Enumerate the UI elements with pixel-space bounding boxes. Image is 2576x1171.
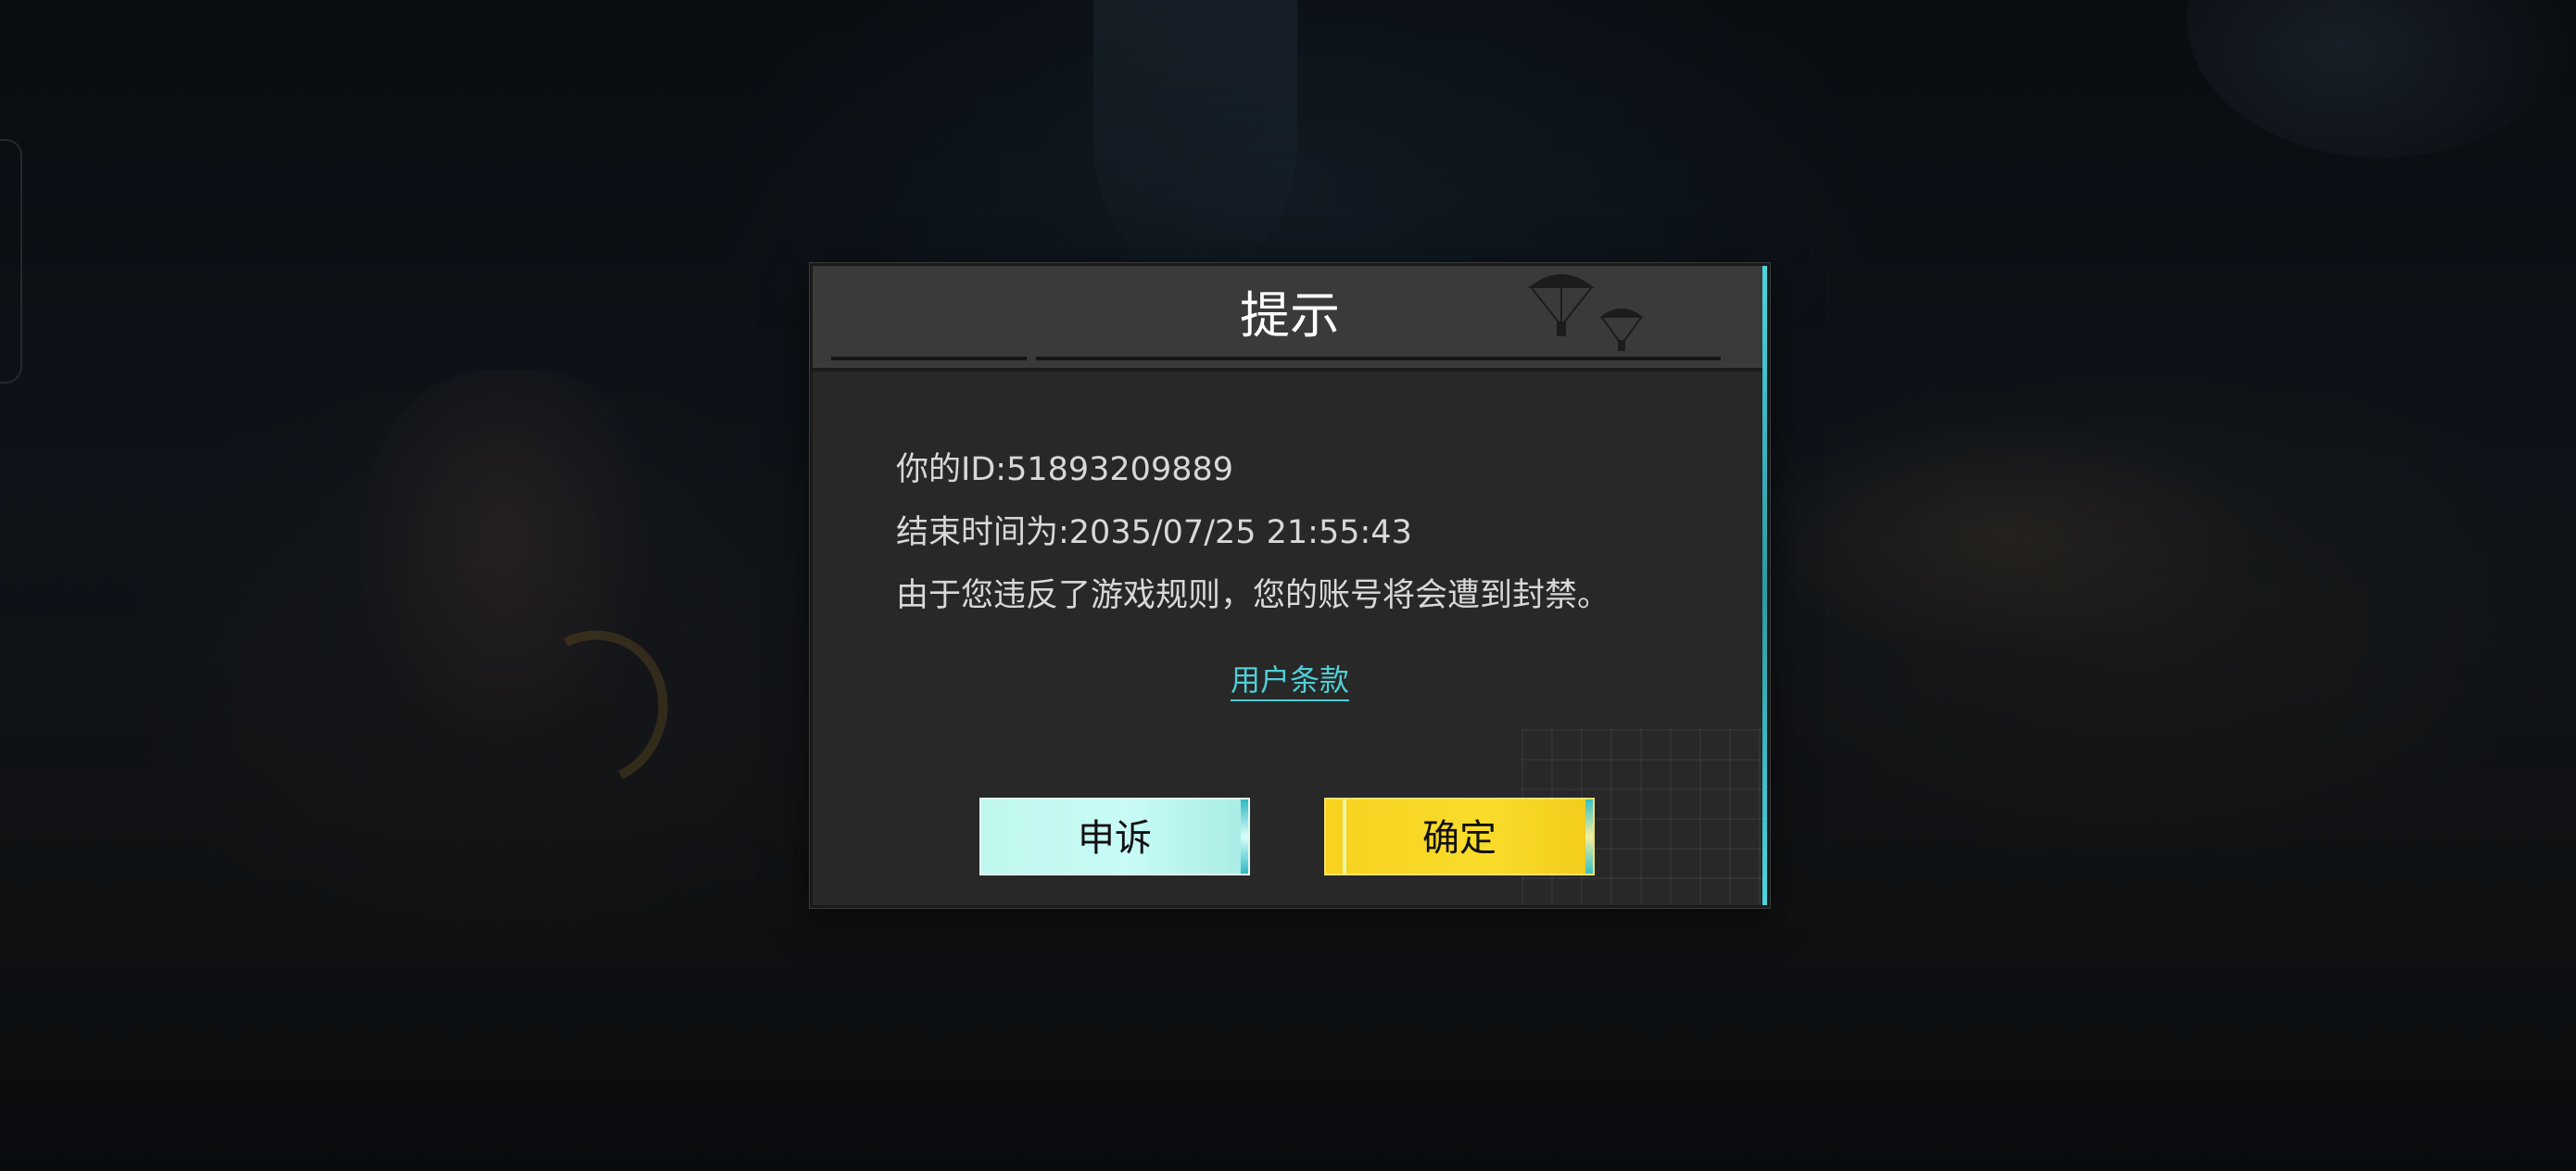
dialog-accent-edge	[1762, 266, 1767, 905]
confirm-button-label: 确定	[1422, 817, 1496, 860]
ban-notice-dialog: 提示 你的ID:51893209889 结束时间为:2035/07/25 21:…	[810, 263, 1770, 908]
appeal-button[interactable]: 申诉	[979, 798, 1250, 875]
game-background: 提示 你的ID:51893209889 结束时间为:2035/07/25 21:…	[0, 0, 2576, 1171]
confirm-button[interactable]: 确定	[1324, 798, 1595, 875]
header-divider	[831, 357, 1721, 360]
dialog-header: 提示	[813, 266, 1767, 371]
appeal-button-label: 申诉	[1078, 817, 1152, 860]
ban-reason-text: 由于您违反了游戏规则，您的账号将会遭到封禁。	[896, 577, 1610, 614]
dialog-title: 提示	[1240, 286, 1340, 345]
user-terms-link[interactable]: 用户条款	[1230, 662, 1349, 701]
terms-link-row: 用户条款	[813, 661, 1767, 701]
button-edge-decoration	[1343, 800, 1346, 874]
button-edge-decoration	[1241, 800, 1248, 874]
ban-end-time-text: 结束时间为:2035/07/25 21:55:43	[896, 514, 1412, 551]
button-edge-decoration	[1585, 800, 1593, 874]
player-id-text: 你的ID:51893209889	[896, 451, 1234, 488]
